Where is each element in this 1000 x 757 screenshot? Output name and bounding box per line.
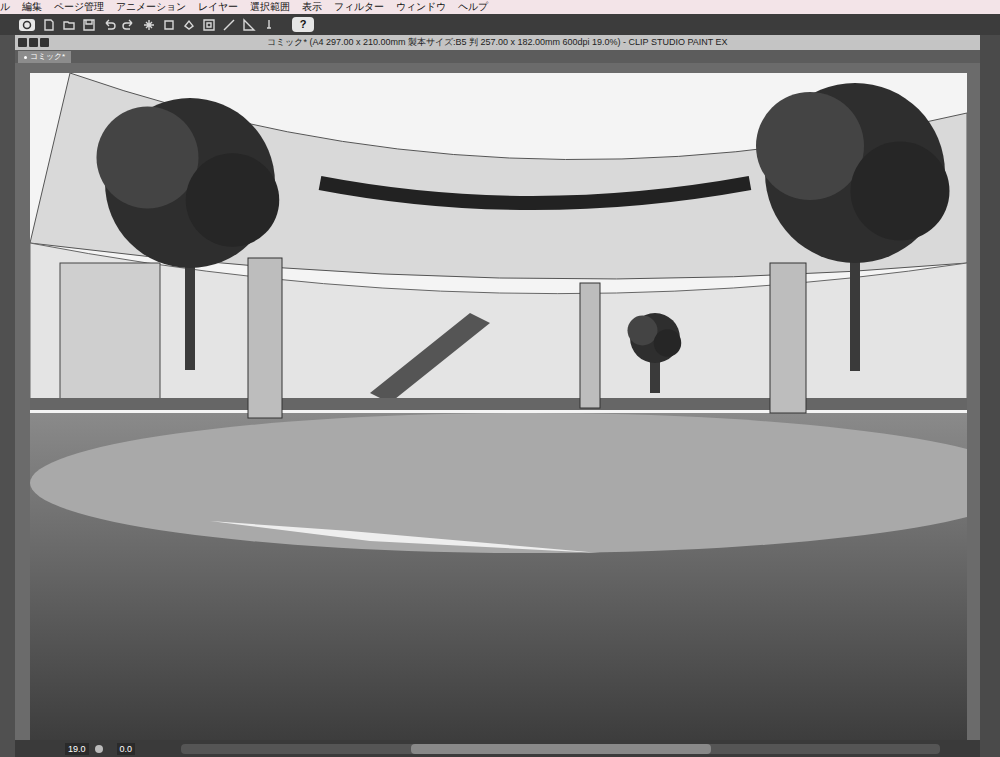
menu-item[interactable]: フィルター: [334, 2, 384, 12]
horizontal-scrollbar[interactable]: [181, 744, 940, 754]
menu-item[interactable]: 表示: [302, 2, 322, 12]
close-icon[interactable]: [18, 38, 27, 47]
menu-bar: ル 編集 ページ管理 アニメーション レイヤー 選択範囲 表示 フィルター ウィンドウ ヘルプ: [0, 0, 1000, 14]
app-window: ル 編集 ページ管理 アニメーション レイヤー 選択範囲 表示 フィルター ウィンドウ ヘルプ? コ…: [0, 0, 1000, 757]
redo-icon[interactable]: [122, 18, 136, 32]
title-bar: コミック* (A4 297.00 x 210.00mm 製本サイズ:B5 判 2…: [15, 35, 980, 50]
help-button[interactable]: ?: [292, 17, 314, 32]
document-window: コミック* (A4 297.00 x 210.00mm 製本サイズ:B5 判 2…: [15, 35, 980, 757]
toolbar: ?: [0, 14, 1000, 35]
zoom-value[interactable]: 19.0: [65, 743, 89, 755]
menu-item[interactable]: ル: [0, 2, 10, 12]
document-tab[interactable]: コミック*: [18, 51, 71, 63]
bucket-icon[interactable]: [182, 18, 196, 32]
clear-icon[interactable]: [142, 18, 156, 32]
pen-icon[interactable]: [262, 18, 276, 32]
zoom-spinner-icon[interactable]: [95, 745, 103, 753]
window-title: コミック* (A4 297.00 x 210.00mm 製本サイズ:B5 判 2…: [267, 38, 727, 47]
menu-item[interactable]: ヘルプ: [458, 2, 488, 12]
menu-item[interactable]: レイヤー: [198, 2, 238, 12]
menu-item[interactable]: アニメーション: [116, 2, 186, 12]
fill-icon[interactable]: [162, 18, 176, 32]
new-file-icon[interactable]: [42, 18, 56, 32]
menu-item[interactable]: 選択範囲: [250, 2, 290, 12]
canvas-area[interactable]: [15, 63, 980, 740]
tree: [756, 83, 950, 371]
save-icon[interactable]: [82, 18, 96, 32]
menu-item[interactable]: 編集: [22, 2, 42, 12]
open-file-icon[interactable]: [62, 18, 76, 32]
ruler-icon[interactable]: [242, 18, 256, 32]
minimize-icon[interactable]: [29, 38, 38, 47]
transform-icon[interactable]: [202, 18, 216, 32]
tree: [628, 313, 682, 393]
menu-item[interactable]: ページ管理: [54, 2, 104, 12]
undo-icon[interactable]: [102, 18, 116, 32]
snap-icon[interactable]: [222, 18, 236, 32]
tree: [97, 98, 280, 370]
artwork: [30, 73, 967, 740]
rotation-value[interactable]: 0.0: [117, 743, 136, 755]
right-panel-edge: [980, 35, 1000, 757]
left-panel-edge: [0, 35, 15, 757]
maximize-icon[interactable]: [40, 38, 49, 47]
tab-bar: コミック*: [15, 50, 980, 63]
status-bar: 19.0 0.0: [15, 740, 980, 757]
app-logo-icon[interactable]: [18, 18, 36, 32]
menu-item[interactable]: ウィンドウ: [396, 2, 446, 12]
